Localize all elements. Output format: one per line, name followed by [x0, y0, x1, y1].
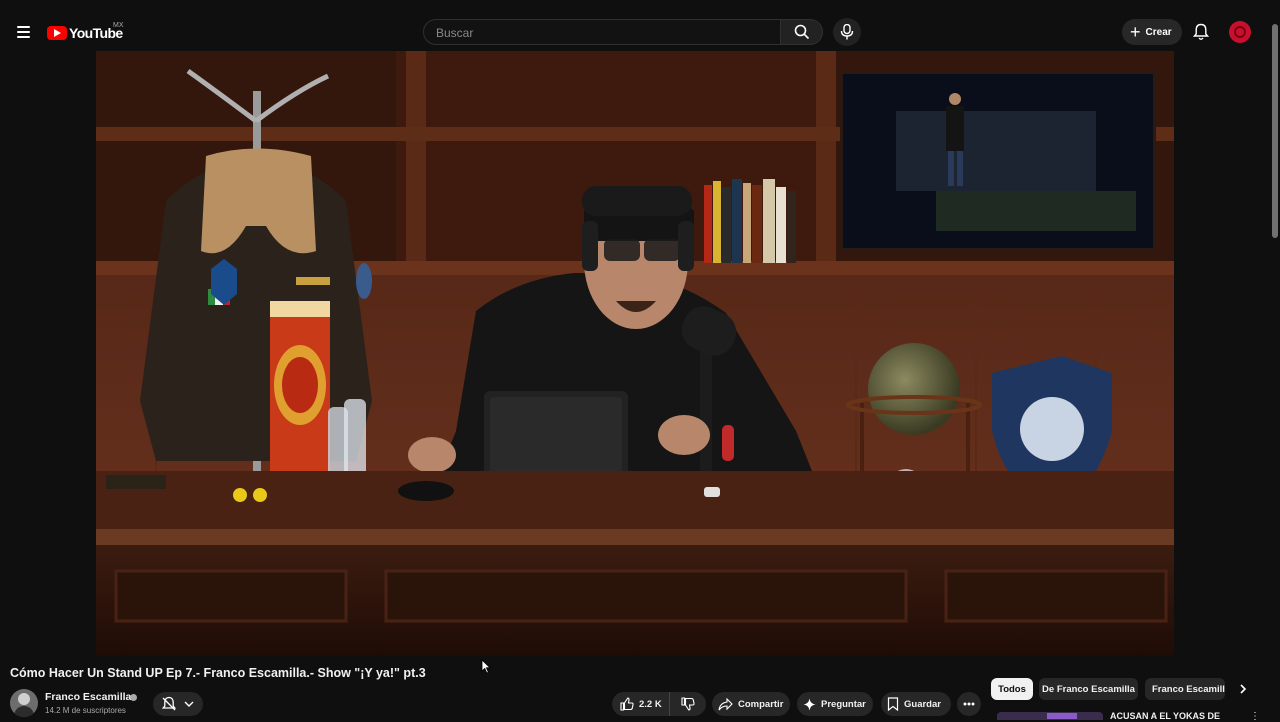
save-button[interactable]: Guardar [881, 692, 951, 716]
save-label: Guardar [904, 698, 941, 710]
account-avatar[interactable] [1229, 21, 1251, 43]
top-bar: YouTube MX + Crear [0, 0, 1280, 56]
chip-all[interactable]: Todos [991, 678, 1033, 700]
search-box [423, 19, 781, 46]
search-button[interactable] [781, 19, 823, 45]
video-frame [96, 51, 1174, 656]
chip-franco-escamilla[interactable]: Franco Escamilla [1145, 678, 1225, 700]
share-icon [718, 697, 733, 710]
menu-icon[interactable] [12, 20, 36, 44]
search-icon [794, 24, 810, 40]
sparkle-icon [803, 698, 816, 710]
create-label: Crear [1145, 26, 1172, 38]
recommendation-thumbnail[interactable] [997, 712, 1103, 720]
channel-name[interactable]: Franco Escamilla [45, 691, 131, 703]
recommendation-menu-icon[interactable]: ⋮ [1250, 711, 1260, 722]
verified-badge-icon [130, 694, 137, 701]
chevron-down-icon [184, 701, 194, 707]
ask-label: Preguntar [821, 698, 866, 710]
bell-off-icon [161, 696, 177, 711]
notifications-button[interactable] [1190, 21, 1212, 43]
thumbs-up-icon [620, 697, 634, 711]
bell-icon [1193, 23, 1209, 40]
video-player[interactable] [96, 51, 1174, 656]
thumbs-down-icon [681, 697, 695, 711]
share-button[interactable]: Compartir [712, 692, 790, 716]
microphone-icon [840, 24, 854, 40]
channel-avatar[interactable] [10, 689, 38, 717]
page-scrollbar[interactable] [1272, 24, 1278, 238]
plus-icon: + [1130, 22, 1141, 42]
more-horizontal-icon [963, 702, 975, 706]
chevron-right-icon [1240, 684, 1247, 694]
subscriber-count: 14.2 M de suscriptores [45, 706, 126, 715]
video-title: Cómo Hacer Un Stand UP Ep 7.- Franco Esc… [10, 666, 426, 680]
dislike-button[interactable] [670, 692, 706, 716]
bookmark-icon [887, 697, 899, 711]
more-actions-button[interactable] [957, 692, 981, 716]
youtube-play-icon [47, 26, 67, 40]
share-label: Compartir [738, 698, 784, 710]
chip-from-channel[interactable]: De Franco Escamilla [1039, 678, 1138, 700]
like-button[interactable]: 2.2 K [612, 692, 670, 716]
subscription-notifications-button[interactable] [153, 692, 203, 716]
ask-button[interactable]: Preguntar [797, 692, 873, 716]
like-dislike-group: 2.2 K [612, 692, 706, 716]
chips-next-button[interactable] [1234, 680, 1252, 698]
youtube-logo[interactable]: YouTube [47, 23, 123, 43]
country-code: MX [113, 22, 124, 29]
like-count: 2.2 K [639, 698, 662, 710]
mouse-cursor-icon [481, 659, 491, 674]
search-input[interactable] [434, 20, 768, 46]
voice-search-button[interactable] [833, 18, 861, 46]
create-button[interactable]: + Crear [1122, 19, 1182, 45]
